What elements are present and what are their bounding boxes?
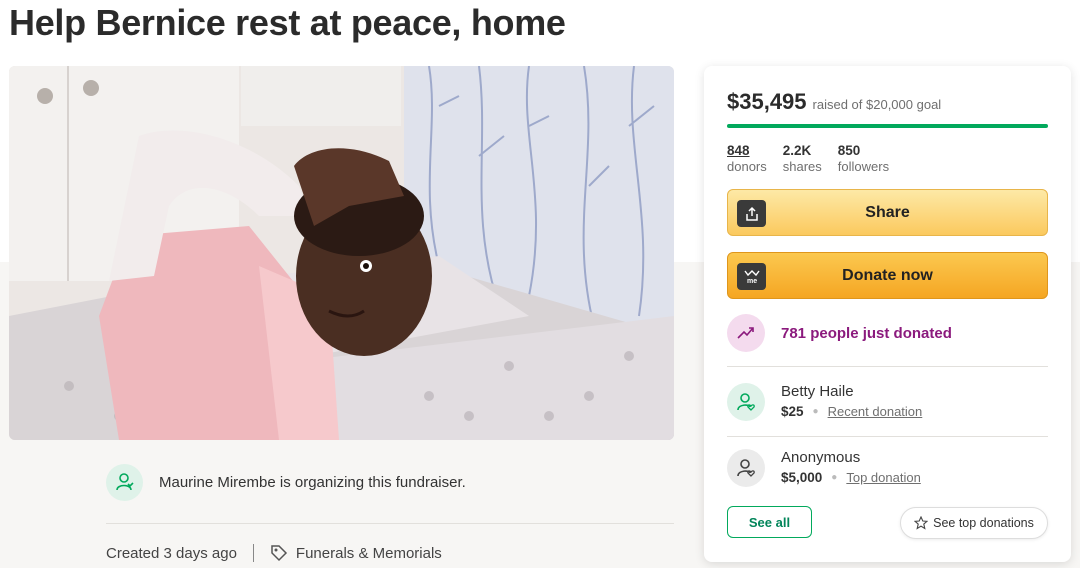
donor-heart-icon <box>727 383 765 421</box>
share-icon <box>737 200 766 227</box>
progress-bar <box>727 124 1048 128</box>
meta-separator <box>252 544 254 562</box>
divider <box>727 436 1048 437</box>
goal-text: raised of $20,000 goal <box>812 97 942 112</box>
donation-card: $35,495 raised of $20,000 goal 848 donor… <box>704 66 1071 562</box>
donor-heart-icon <box>727 449 765 487</box>
donor-amount: $5,000 <box>781 470 823 485</box>
stat-followers: 850 followers <box>838 143 889 175</box>
bullet-separator: ● <box>831 472 838 483</box>
donate-now-button[interactable]: me Donate now <box>727 252 1048 299</box>
see-top-donations-button[interactable]: See top donations <box>900 507 1048 539</box>
donation-kind-link[interactable]: Recent donation <box>828 402 923 422</box>
trending-up-icon <box>727 314 765 352</box>
organizer-row: Maurine Mirembe is organizing this fundr… <box>106 462 674 502</box>
fundraiser-meta: Created 3 days ago Funerals & Memorials <box>106 542 442 564</box>
just-donated-text: 781 people just donated <box>781 324 952 342</box>
divider <box>106 523 674 524</box>
donate-button-label: Donate now <box>842 266 933 284</box>
stat-followers-count: 850 <box>837 143 861 158</box>
stat-donors-label: donors <box>727 159 767 174</box>
share-button[interactable]: Share <box>727 189 1048 236</box>
stat-donors-count[interactable]: 848 <box>727 143 767 159</box>
star-icon <box>914 516 929 530</box>
see-top-label: See top donations <box>933 516 1034 530</box>
progress-fill <box>727 124 1048 128</box>
donation-kind-link[interactable]: Top donation <box>846 468 920 488</box>
stat-shares: 2.2K shares <box>783 143 822 175</box>
organizer-text: Maurine Mirembe is organizing this fundr… <box>159 473 466 491</box>
organizer-avatar-icon <box>106 463 143 501</box>
donor-row: Betty Haile $25 ● Recent donation <box>727 382 922 422</box>
donor-details: $25 ● Recent donation <box>781 402 922 422</box>
divider <box>727 366 1048 367</box>
bullet-separator: ● <box>812 406 819 417</box>
stat-followers-label: followers <box>837 159 890 174</box>
see-all-button[interactable]: See all <box>727 506 812 538</box>
svg-text:me: me <box>747 278 757 285</box>
donor-details: $5,000 ● Top donation <box>781 468 921 488</box>
gofundme-logo-icon: me <box>737 263 766 290</box>
category-link[interactable]: Funerals & Memorials <box>296 545 442 562</box>
raised-amount: $35,495 <box>727 89 807 114</box>
stat-shares-label: shares <box>782 159 822 174</box>
stat-shares-count: 2.2K <box>782 143 812 158</box>
donor-name: Betty Haile <box>781 383 854 400</box>
donor-amount: $25 <box>781 404 804 419</box>
raised-summary: $35,495 raised of $20,000 goal <box>727 89 941 115</box>
donor-row: Anonymous $5,000 ● Top donation <box>727 448 921 488</box>
tag-icon <box>270 544 288 562</box>
just-donated-row: 781 people just donated <box>727 314 952 352</box>
created-date: Created 3 days ago <box>106 544 237 562</box>
fundraiser-photo <box>9 66 674 440</box>
donor-name: Anonymous <box>781 449 861 466</box>
stat-donors[interactable]: 848 donors <box>727 143 767 175</box>
stats-row: 848 donors 2.2K shares 850 followers <box>727 143 905 175</box>
page-title: Help Bernice rest at peace, home <box>9 2 566 43</box>
share-button-label: Share <box>865 203 910 221</box>
